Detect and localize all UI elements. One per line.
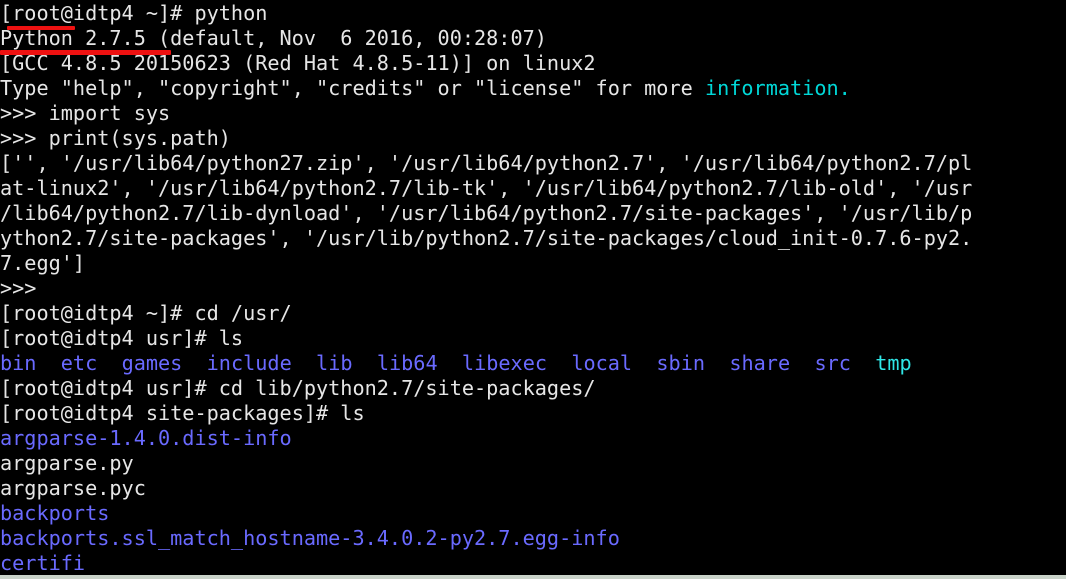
terminal-line: [GCC 4.8.5 20150623 (Red Hat 4.8.5-11)] … (0, 51, 1066, 76)
terminal-text-segment: tmp (875, 351, 912, 375)
terminal-text-segment: [GCC 4.8.5 20150623 (Red Hat 4.8.5-11)] … (0, 51, 596, 75)
window-bottom-edge (0, 575, 1066, 579)
terminal-line: ython2.7/site-packages', '/usr/lib/pytho… (0, 226, 1066, 251)
terminal-line: argparse.py (0, 451, 1066, 476)
terminal-line: at-linux2', '/usr/lib64/python2.7/lib-tk… (0, 176, 1066, 201)
terminal-text-segment: bin (0, 351, 37, 375)
terminal-text-segment: share (729, 351, 791, 375)
terminal-text-segment: backports.ssl_match_hostname-3.4.0.2-py2… (0, 526, 620, 550)
terminal-text-segment: local (571, 351, 633, 375)
terminal-text-segment: argparse-1.4.0.dist-info (0, 426, 292, 450)
terminal-line: [root@idtp4 ~]# cd /usr/ (0, 301, 1066, 326)
terminal-text-segment: lib64 (376, 351, 438, 375)
terminal-text-segment: certifi (0, 551, 86, 575)
terminal-line: >>> import sys (0, 101, 1066, 126)
terminal-text-segment: Type "help", "copyright", "credits" or "… (0, 76, 705, 100)
terminal-text-segment: at-linux2', '/usr/lib64/python2.7/lib-tk… (0, 176, 973, 200)
terminal-text-segment: [root@idtp4 ~]# python (0, 1, 268, 25)
terminal-line: Type "help", "copyright", "credits" or "… (0, 76, 1066, 101)
terminal-line: >>> print(sys.path) (0, 126, 1066, 151)
terminal-line: argparse.pyc (0, 476, 1066, 501)
terminal-text-segment: ython2.7/site-packages', '/usr/lib/pytho… (0, 226, 973, 250)
terminal-text-segment: sbin (656, 351, 706, 375)
terminal-line: bin etc games include lib lib64 libexec … (0, 351, 1066, 376)
terminal-text-segment: argparse.py (0, 451, 134, 475)
terminal-line: /lib64/python2.7/lib-dynload', '/usr/lib… (0, 201, 1066, 226)
terminal-text-segment: /lib64/python2.7/lib-dynload', '/usr/lib… (0, 201, 973, 225)
terminal-line: [root@idtp4 usr]# cd lib/python2.7/site-… (0, 376, 1066, 401)
terminal-text-segment: [root@idtp4 site-packages]# ls (0, 401, 365, 425)
terminal-text-segment: >>> print(sys.path) (0, 126, 231, 150)
terminal-line: [root@idtp4 usr]# ls (0, 326, 1066, 351)
terminal-line: >>> (0, 276, 1066, 301)
terminal-line: backports.ssl_match_hostname-3.4.0.2-py2… (0, 526, 1066, 551)
terminal-screen-output: [root@idtp4 ~]# python Python 2.7.5 (defa… (0, 1, 1066, 576)
terminal-line: Python 2.7.5 (default, Nov 6 2016, 00:28… (0, 26, 1066, 51)
terminal-line: 7.egg'] (0, 251, 1066, 276)
terminal-line: ['', '/usr/lib64/python27.zip', '/usr/li… (0, 151, 1066, 176)
terminal-line: certifi (0, 551, 1066, 576)
terminal-text-segment: 7.egg'] (0, 251, 86, 275)
terminal-text-segment: src (814, 351, 851, 375)
terminal-line: [root@idtp4 site-packages]# ls (0, 401, 1066, 426)
terminal-text-segment: >>> (0, 276, 37, 300)
terminal-text-segment: include (206, 351, 292, 375)
terminal-text-segment: >>> import sys (0, 101, 171, 125)
terminal-text-segment: [root@idtp4 usr]# cd lib/python2.7/site-… (0, 376, 596, 400)
terminal-text-segment: lib (316, 351, 353, 375)
terminal-text-segment: games (121, 351, 183, 375)
terminal-line: [root@idtp4 ~]# python (0, 1, 1066, 26)
terminal-text-segment: information. (704, 76, 851, 100)
terminal-text-segment: [root@idtp4 usr]# ls (0, 326, 244, 350)
terminal-text-segment: [root@idtp4 ~]# cd /usr/ (0, 301, 292, 325)
terminal-text-segment: Python 2.7.5 (default, Nov 6 2016, 00:28… (0, 26, 547, 50)
terminal-text-segment: etc (60, 351, 98, 375)
terminal-line: backports (0, 501, 1066, 526)
terminal-line: argparse-1.4.0.dist-info (0, 426, 1066, 451)
terminal-text-segment: argparse.pyc (0, 476, 146, 500)
terminal-text-segment: libexec (461, 351, 547, 375)
terminal-text-segment: backports (0, 501, 110, 525)
terminal-window[interactable]: [root@idtp4 ~]# python Python 2.7.5 (defa… (0, 0, 1066, 579)
terminal-text-segment: ['', '/usr/lib64/python27.zip', '/usr/li… (0, 151, 973, 175)
